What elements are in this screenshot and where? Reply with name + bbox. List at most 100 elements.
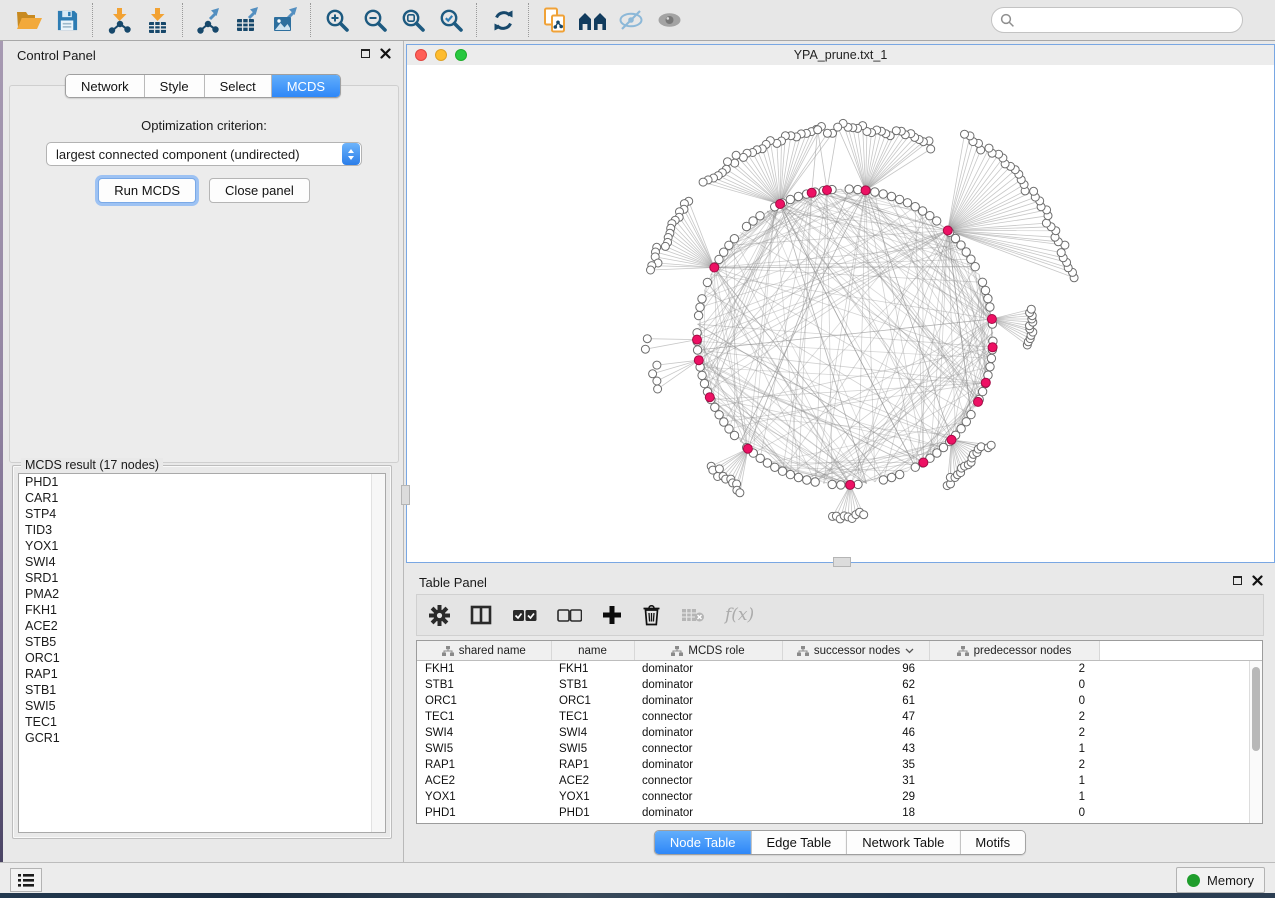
export-image-button[interactable] bbox=[266, 2, 304, 38]
mcds-node-item[interactable]: PHD1 bbox=[19, 474, 385, 490]
tab-mcds[interactable]: MCDS bbox=[272, 75, 340, 97]
table-cell[interactable]: 46 bbox=[782, 725, 929, 741]
mcds-hub-node[interactable] bbox=[947, 435, 956, 444]
mcds-node-item[interactable]: TEC1 bbox=[19, 714, 385, 730]
run-mcds-button[interactable]: Run MCDS bbox=[98, 178, 196, 203]
table-cell[interactable]: 1 bbox=[929, 773, 1099, 789]
table-cell[interactable]: 29 bbox=[782, 789, 929, 805]
mcds-list-scrollbar[interactable] bbox=[371, 474, 385, 832]
apply-function-button[interactable]: f(x) bbox=[725, 605, 754, 625]
mcds-hub-node[interactable] bbox=[861, 186, 870, 195]
table-cell[interactable]: PHD1 bbox=[551, 805, 634, 821]
mcds-node-item[interactable]: SRD1 bbox=[19, 570, 385, 586]
table-cell[interactable]: FKH1 bbox=[417, 661, 551, 678]
mcds-hub-node[interactable] bbox=[988, 343, 997, 352]
table-cell[interactable]: ORC1 bbox=[417, 693, 551, 709]
mcds-node-item[interactable]: YOX1 bbox=[19, 538, 385, 554]
tab-style[interactable]: Style bbox=[145, 75, 205, 97]
zoom-out-button[interactable] bbox=[356, 2, 394, 38]
search-field[interactable] bbox=[991, 7, 1243, 33]
close-panel-icon[interactable] bbox=[380, 48, 391, 59]
close-panel-button[interactable]: Close panel bbox=[209, 178, 310, 203]
table-cell[interactable]: PHD1 bbox=[417, 805, 551, 821]
table-cell[interactable]: ACE2 bbox=[551, 773, 634, 789]
table-row[interactable]: RAP1RAP1dominator352 bbox=[417, 757, 1262, 773]
mcds-hub-node[interactable] bbox=[694, 356, 703, 365]
mcds-result-list[interactable]: PHD1CAR1STP4TID3YOX1SWI4SRD1PMA2FKH1ACE2… bbox=[18, 473, 386, 833]
mcds-node-item[interactable]: SWI5 bbox=[19, 698, 385, 714]
mcds-hub-node[interactable] bbox=[846, 480, 855, 489]
tab-motifs[interactable]: Motifs bbox=[960, 831, 1025, 854]
table-cell[interactable]: SWI5 bbox=[417, 741, 551, 757]
deselect-all-columns-button[interactable] bbox=[557, 609, 582, 622]
toggle-panes-button[interactable] bbox=[470, 605, 492, 625]
horizontal-splitter-grip[interactable] bbox=[833, 557, 851, 567]
zoom-in-button[interactable] bbox=[318, 2, 356, 38]
show-all-button[interactable] bbox=[650, 2, 688, 38]
optimization-criterion-select[interactable]: largest connected component (undirected) bbox=[46, 142, 362, 166]
select-all-columns-button[interactable] bbox=[512, 609, 537, 622]
import-network-button[interactable] bbox=[100, 2, 138, 38]
mcds-node-item[interactable]: STP4 bbox=[19, 506, 385, 522]
table-cell[interactable]: TEC1 bbox=[551, 709, 634, 725]
table-cell[interactable]: STB1 bbox=[551, 677, 634, 693]
tab-network-table[interactable]: Network Table bbox=[847, 831, 960, 854]
mcds-node-item[interactable]: FKH1 bbox=[19, 602, 385, 618]
table-cell[interactable]: dominator bbox=[634, 757, 782, 773]
table-cell[interactable]: ORC1 bbox=[551, 693, 634, 709]
table-cell[interactable]: RAP1 bbox=[551, 757, 634, 773]
table-row[interactable]: SWI4SWI4dominator462 bbox=[417, 725, 1262, 741]
table-cell[interactable]: SWI5 bbox=[551, 741, 634, 757]
table-cell[interactable]: 47 bbox=[782, 709, 929, 725]
export-network-button[interactable] bbox=[190, 2, 228, 38]
memory-button[interactable]: Memory bbox=[1176, 867, 1265, 893]
table-cell[interactable]: connector bbox=[634, 709, 782, 725]
mcds-node-item[interactable]: ACE2 bbox=[19, 618, 385, 634]
mcds-hub-node[interactable] bbox=[987, 315, 996, 324]
mcds-hub-node[interactable] bbox=[981, 378, 990, 387]
table-cell[interactable]: SWI4 bbox=[417, 725, 551, 741]
tab-select[interactable]: Select bbox=[205, 75, 272, 97]
mcds-node-item[interactable]: ORC1 bbox=[19, 650, 385, 666]
table-row[interactable]: STB1STB1dominator620 bbox=[417, 677, 1262, 693]
mcds-hub-node[interactable] bbox=[943, 226, 952, 235]
mcds-hub-node[interactable] bbox=[743, 444, 752, 453]
float-panel-icon[interactable] bbox=[361, 49, 370, 58]
table-row[interactable]: PHD1PHD1dominator180 bbox=[417, 805, 1262, 821]
search-input[interactable] bbox=[1021, 12, 1234, 28]
export-table-button[interactable] bbox=[228, 2, 266, 38]
tab-node-table[interactable]: Node Table bbox=[655, 831, 752, 854]
table-settings-button[interactable] bbox=[429, 605, 450, 626]
vertical-splitter-grip[interactable] bbox=[401, 485, 410, 505]
table-row[interactable]: FKH1FKH1dominator962 bbox=[417, 661, 1262, 678]
delete-table-button[interactable] bbox=[681, 607, 705, 623]
table-cell[interactable]: dominator bbox=[634, 661, 782, 678]
column-header-name[interactable]: name bbox=[551, 641, 634, 661]
mcds-hub-node[interactable] bbox=[974, 397, 983, 406]
mcds-hub-node[interactable] bbox=[710, 263, 719, 272]
column-header-shared-name[interactable]: shared name bbox=[417, 641, 551, 661]
table-cell[interactable]: 96 bbox=[782, 661, 929, 678]
float-panel-icon[interactable] bbox=[1233, 576, 1242, 585]
clone-network-button[interactable] bbox=[536, 2, 574, 38]
table-cell[interactable]: dominator bbox=[634, 677, 782, 693]
table-cell[interactable]: connector bbox=[634, 741, 782, 757]
mcds-node-item[interactable]: SWI4 bbox=[19, 554, 385, 570]
table-cell[interactable]: FKH1 bbox=[551, 661, 634, 678]
table-cell[interactable]: 1 bbox=[929, 741, 1099, 757]
table-cell[interactable]: 31 bbox=[782, 773, 929, 789]
column-header-successor-nodes[interactable]: successor nodes bbox=[782, 641, 929, 661]
refresh-layout-button[interactable] bbox=[484, 2, 522, 38]
import-table-button[interactable] bbox=[138, 2, 176, 38]
mcds-hub-node[interactable] bbox=[705, 393, 714, 402]
table-cell[interactable]: 1 bbox=[929, 789, 1099, 805]
mcds-node-item[interactable]: GCR1 bbox=[19, 730, 385, 746]
table-cell[interactable]: 0 bbox=[929, 693, 1099, 709]
mcds-node-item[interactable]: RAP1 bbox=[19, 666, 385, 682]
table-row[interactable]: ACE2ACE2connector311 bbox=[417, 773, 1262, 789]
table-cell[interactable]: 0 bbox=[929, 677, 1099, 693]
column-header-mcds-role[interactable]: MCDS role bbox=[634, 641, 782, 661]
column-header-predecessor-nodes[interactable]: predecessor nodes bbox=[929, 641, 1099, 661]
open-session-button[interactable] bbox=[10, 2, 48, 38]
table-cell[interactable]: 18 bbox=[782, 805, 929, 821]
